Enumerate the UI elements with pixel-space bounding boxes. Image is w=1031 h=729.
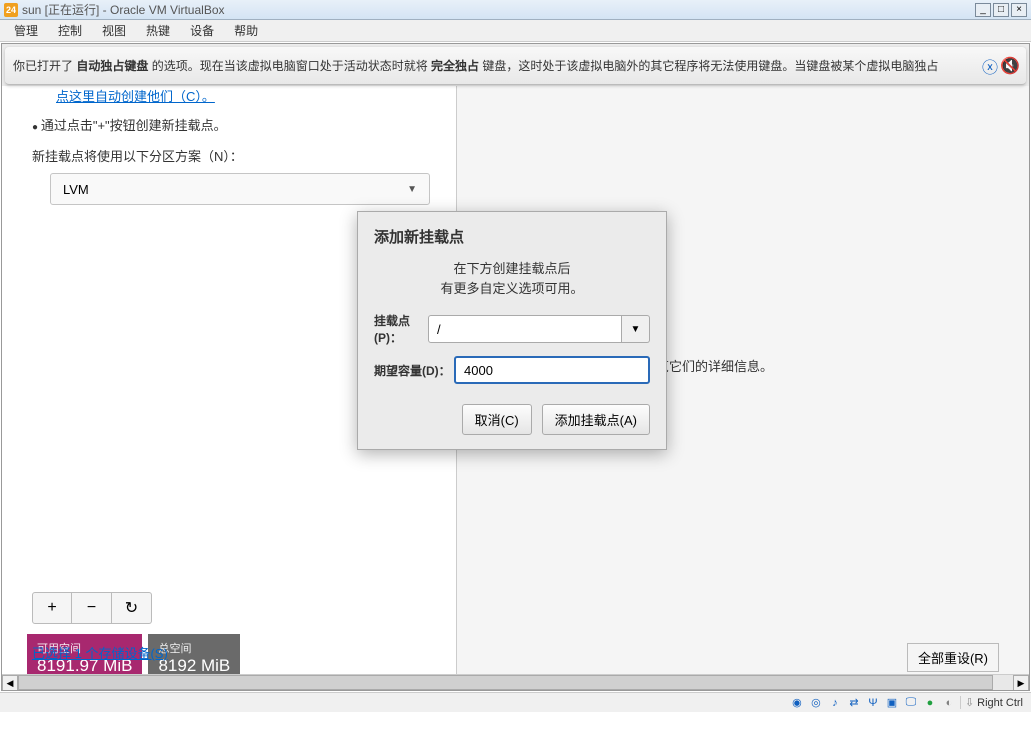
- scroll-thumb[interactable]: [18, 675, 993, 690]
- menu-help[interactable]: 帮助: [224, 20, 268, 41]
- virtualbox-icon: 24: [4, 3, 18, 17]
- menu-devices[interactable]: 设备: [180, 20, 224, 41]
- minimize-button[interactable]: _: [975, 3, 991, 17]
- host-key-indicator[interactable]: ⇩ Right Ctrl: [960, 696, 1027, 709]
- mount-point-buttons: + − ↻: [32, 592, 440, 624]
- close-button[interactable]: ×: [1011, 3, 1027, 17]
- scroll-right-button[interactable]: ▶: [1013, 675, 1029, 691]
- scheme-value: LVM: [63, 182, 89, 197]
- maximize-button[interactable]: □: [993, 3, 1009, 17]
- window-controls: _ □ ×: [973, 3, 1027, 17]
- chevron-down-icon: ▼: [407, 184, 417, 195]
- optical-disk-icon[interactable]: ◎: [808, 695, 824, 711]
- menubar: 管理 控制 视图 热键 设备 帮助: [0, 20, 1031, 42]
- guest-additions-icon[interactable]: ◐: [941, 695, 957, 711]
- window-titlebar: 24 sun [正在运行] - Oracle VM VirtualBox _ □…: [0, 0, 1031, 20]
- usb-icon[interactable]: Ψ: [865, 695, 881, 711]
- reset-all-button[interactable]: 全部重设(R): [907, 643, 999, 672]
- installer-footer: 已选择 1 个存储设备(S) 全部重设(R): [2, 635, 1029, 672]
- dialog-title: 添加新挂载点: [374, 226, 650, 247]
- key-down-icon: ⇩: [965, 696, 974, 709]
- menu-hotkeys[interactable]: 热键: [136, 20, 180, 41]
- mount-point-input[interactable]: [428, 315, 622, 343]
- add-mount-point-button[interactable]: 添加挂载点(A): [542, 404, 650, 435]
- notification-text: 你已打开了 自动独占键盘 的选项。现在当该虚拟电脑窗口处于活动状态时就将 完全独…: [13, 57, 982, 74]
- window-title: sun [正在运行] - Oracle VM VirtualBox: [22, 1, 973, 18]
- add-mount-point-dialog: 添加新挂载点 在下方创建挂载点后有更多自定义选项可用。 挂载点(P)： ▼ 期望…: [357, 211, 667, 450]
- menu-manage[interactable]: 管理: [4, 20, 48, 41]
- create-mount-hint: 通过点击"+"按钮创建新挂载点。: [32, 115, 440, 134]
- mount-point-dropdown-button[interactable]: ▼: [622, 315, 650, 343]
- selected-devices-link[interactable]: 已选择 1 个存储设备(S): [32, 643, 168, 672]
- audio-icon[interactable]: ♪: [827, 695, 843, 711]
- mount-point-label: 挂载点(P)：: [374, 312, 428, 346]
- partition-scheme-select[interactable]: LVM ▼: [50, 173, 430, 205]
- guest-display: 你已打开了 自动独占键盘 的选项。现在当该虚拟电脑窗口处于活动状态时就将 完全独…: [1, 43, 1030, 691]
- scheme-label: 新挂载点将使用以下分区方案（N）：: [32, 146, 440, 165]
- keyboard-capture-notification: 你已打开了 自动独占键盘 的选项。现在当该虚拟电脑窗口处于活动状态时就将 完全独…: [5, 47, 1026, 85]
- shared-folder-icon[interactable]: ▣: [884, 695, 900, 711]
- auto-create-link[interactable]: 点这里自动创建他们（C）。: [32, 86, 440, 105]
- hard-disk-icon[interactable]: ◉: [789, 695, 805, 711]
- add-mount-button[interactable]: +: [32, 592, 72, 624]
- host-key-label: Right Ctrl: [977, 697, 1023, 709]
- scroll-left-button[interactable]: ◀: [2, 675, 18, 691]
- cancel-button[interactable]: 取消(C): [462, 404, 532, 435]
- menu-view[interactable]: 视图: [92, 20, 136, 41]
- horizontal-scrollbar[interactable]: ◀ ▶: [2, 674, 1029, 690]
- notification-suppress-icon[interactable]: 🔇: [1002, 58, 1018, 74]
- display-icon[interactable]: 🖵: [903, 695, 919, 711]
- scroll-track[interactable]: [18, 675, 1013, 690]
- recording-icon[interactable]: ●: [922, 695, 938, 711]
- network-icon[interactable]: ⇄: [846, 695, 862, 711]
- menu-control[interactable]: 控制: [48, 20, 92, 41]
- capacity-label: 期望容量(D)：: [374, 362, 454, 379]
- vm-statusbar: ◉ ◎ ♪ ⇄ Ψ ▣ 🖵 ● ◐ ⇩ Right Ctrl: [0, 692, 1031, 712]
- remove-mount-button[interactable]: −: [72, 592, 112, 624]
- reload-button[interactable]: ↻: [112, 592, 152, 624]
- dialog-description: 在下方创建挂载点后有更多自定义选项可用。: [374, 259, 650, 298]
- capacity-input[interactable]: [454, 356, 650, 384]
- notification-dismiss-icon[interactable]: ⓧ: [982, 58, 998, 74]
